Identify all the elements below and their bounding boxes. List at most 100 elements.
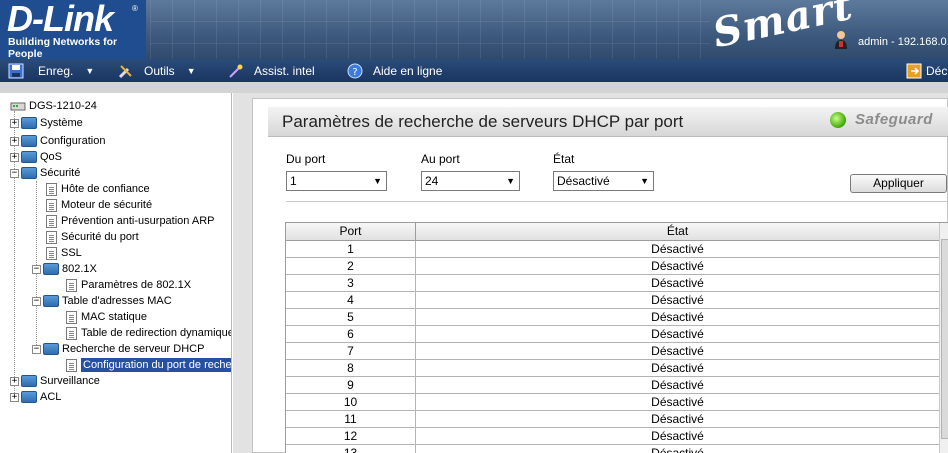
expand-icon[interactable]: + xyxy=(10,376,19,386)
collapse-icon[interactable]: − xyxy=(32,264,41,274)
state-cell: Désactivé xyxy=(416,343,939,360)
tree-item-dhcp-port-config[interactable]: Configuration du port de reche xyxy=(66,357,232,373)
help-menu[interactable]: ? Aide en ligne xyxy=(347,59,442,82)
state-cell: Désactivé xyxy=(416,292,939,309)
open-folder-icon xyxy=(43,343,59,355)
tree-item-label: Table de redirection dynamique xyxy=(81,327,232,339)
tree-item-systeme[interactable]: + Système xyxy=(10,115,83,131)
apply-button[interactable]: Appliquer xyxy=(850,174,947,193)
chevron-down-icon: ▼ xyxy=(85,65,95,76)
tree-item-port-security[interactable]: Sécurité du port xyxy=(46,229,139,245)
tree-item-qos[interactable]: + QoS xyxy=(10,149,62,165)
wizard-menu[interactable]: Assist. intel xyxy=(228,59,315,82)
expand-icon[interactable]: + xyxy=(10,392,19,402)
from-port-label: Du port xyxy=(286,152,326,166)
tree-item-moteur-securite[interactable]: Moteur de sécurité xyxy=(46,197,152,213)
expand-icon[interactable]: + xyxy=(10,136,19,146)
floppy-icon xyxy=(8,63,24,78)
tree-item-label: Sécurité xyxy=(40,167,81,179)
collapse-icon[interactable]: − xyxy=(10,168,19,178)
tree-item-arp-spoofing[interactable]: Prévention anti-usurpation ARP xyxy=(46,213,214,229)
expand-icon[interactable]: + xyxy=(10,118,19,128)
chevron-down-icon: ▼ xyxy=(506,176,515,186)
page-icon xyxy=(66,326,77,340)
help-icon: ? xyxy=(347,63,363,78)
port-state-table: Port État 1 Désactivé 2 Désactivé 3 Désactivé… xyxy=(285,222,948,453)
safeguard-label: Safeguard xyxy=(855,111,933,128)
port-cell: 8 xyxy=(286,360,416,377)
folder-icon xyxy=(21,135,37,147)
tools-menu-label: Outils xyxy=(144,63,175,78)
tree-item-configuration[interactable]: + Configuration xyxy=(10,133,105,149)
from-port-select[interactable]: 1 ▼ xyxy=(286,171,387,191)
main-content: Paramètres de recherche de serveurs DHCP… xyxy=(252,98,948,453)
divider xyxy=(286,201,948,202)
collapse-icon[interactable]: − xyxy=(32,296,41,306)
tree-item-label: Moteur de sécurité xyxy=(61,199,153,211)
tree-item-label: Paramètres de 802.1X xyxy=(81,279,192,291)
user-avatar-icon xyxy=(835,31,847,49)
safeguard-indicator: Safeguard xyxy=(830,111,933,128)
state-cell: Désactivé xyxy=(416,377,939,394)
collapse-icon[interactable]: − xyxy=(32,344,41,354)
dlink-logo: D-Link ® Building Networks for People xyxy=(0,0,146,59)
port-cell: 7 xyxy=(286,343,416,360)
state-cell: Désactivé xyxy=(416,326,939,343)
page-icon xyxy=(66,358,77,372)
tree-root[interactable]: DGS-1210-24 xyxy=(10,98,97,114)
tree-item-acl[interactable]: + ACL xyxy=(10,389,61,405)
tree-item-ssl[interactable]: SSL xyxy=(46,245,82,261)
safeguard-status-icon xyxy=(830,111,846,128)
tree-item-8021x-params[interactable]: Paramètres de 802.1X xyxy=(66,277,191,293)
page-icon xyxy=(46,198,57,212)
tree-item-surveillance[interactable]: + Surveillance xyxy=(10,373,100,389)
port-cell: 12 xyxy=(286,428,416,445)
tree-root-label: DGS-1210-24 xyxy=(29,100,97,112)
chevron-down-icon: ▼ xyxy=(640,176,649,186)
tree-item-dhcp-screening[interactable]: − Recherche de serveur DHCP xyxy=(32,341,204,357)
page-icon xyxy=(46,230,57,244)
from-port-value: 1 xyxy=(290,174,297,188)
tree-item-dynamic-forwarding[interactable]: Table de redirection dynamique xyxy=(66,325,232,341)
title-bar: Paramètres de recherche de serveurs DHCP… xyxy=(268,107,948,137)
save-menu[interactable]: Enreg. ▼ xyxy=(8,59,94,82)
state-cell: Désactivé xyxy=(416,411,939,428)
logout-menu-label: Déc xyxy=(926,63,948,78)
state-cell: Désactivé xyxy=(416,394,939,411)
registered-mark: ® xyxy=(132,4,138,13)
page-icon xyxy=(66,310,77,324)
scrollbar-thumb[interactable] xyxy=(941,239,948,439)
state-select[interactable]: Désactivé ▼ xyxy=(553,171,654,191)
svg-text:?: ? xyxy=(352,67,357,78)
state-cell: Désactivé xyxy=(416,258,939,275)
state-cell: Désactivé xyxy=(416,360,939,377)
tree-item-mac-table[interactable]: − Table d'adresses MAC xyxy=(32,293,172,309)
tree-item-label-selected: Configuration du port de reche xyxy=(81,358,232,372)
expand-icon[interactable]: + xyxy=(10,152,19,162)
page-title: Paramètres de recherche de serveurs DHCP… xyxy=(282,112,684,131)
port-cell: 11 xyxy=(286,411,416,428)
port-cell: 3 xyxy=(286,275,416,292)
column-header-port: Port xyxy=(286,223,416,241)
tree-item-8021x[interactable]: − 802.1X xyxy=(32,261,97,277)
switch-icon xyxy=(10,102,26,111)
state-cell: Désactivé xyxy=(416,445,939,453)
tree-item-label: MAC statique xyxy=(81,311,148,323)
tree-item-hote-confiance[interactable]: Hôte de confiance xyxy=(46,181,150,197)
navigation-tree: DGS-1210-24 + Système + Configuration + … xyxy=(0,93,232,453)
tree-item-label: ACL xyxy=(40,391,62,403)
tools-menu[interactable]: Outils ▼ xyxy=(118,59,196,82)
table-scrollbar[interactable] xyxy=(939,223,948,453)
tree-item-static-mac[interactable]: MAC statique xyxy=(66,309,147,325)
tree-item-securite[interactable]: − Sécurité xyxy=(10,165,80,181)
logout-menu[interactable]: Déc xyxy=(906,59,947,82)
open-folder-icon xyxy=(43,295,59,307)
open-folder-icon xyxy=(21,167,37,179)
state-cell: Désactivé xyxy=(416,275,939,292)
folder-icon xyxy=(21,117,37,129)
brand-name: D-Link xyxy=(7,0,114,39)
top-banner: D-Link ® Building Networks for People Sm… xyxy=(0,0,948,59)
folder-icon xyxy=(21,151,37,163)
magic-wand-icon xyxy=(229,64,243,78)
to-port-select[interactable]: 24 ▼ xyxy=(421,171,520,191)
